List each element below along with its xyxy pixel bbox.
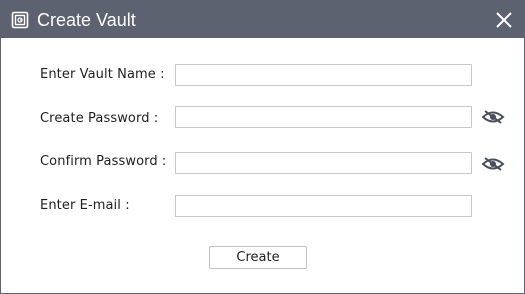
window-title: Create Vault (37, 10, 136, 30)
email-input[interactable] (175, 195, 472, 217)
create-password-input[interactable] (175, 106, 472, 128)
create-vault-dialog: Create Vault Enter Vault Name : Create P… (0, 0, 525, 294)
title-bar: Create Vault (1, 1, 524, 38)
confirm-password-label: Confirm Password : (40, 154, 167, 169)
create-button[interactable]: Create (209, 246, 307, 269)
vault-name-label: Enter Vault Name : (40, 67, 165, 82)
create-password-label: Create Password : (40, 111, 159, 126)
eye-slash-icon[interactable] (481, 109, 505, 125)
vault-icon (11, 11, 29, 29)
email-label: Enter E-mail : (40, 198, 130, 213)
close-icon[interactable] (494, 10, 514, 30)
eye-slash-icon[interactable] (481, 156, 505, 172)
vault-name-input[interactable] (175, 64, 472, 86)
confirm-password-input[interactable] (175, 152, 472, 174)
